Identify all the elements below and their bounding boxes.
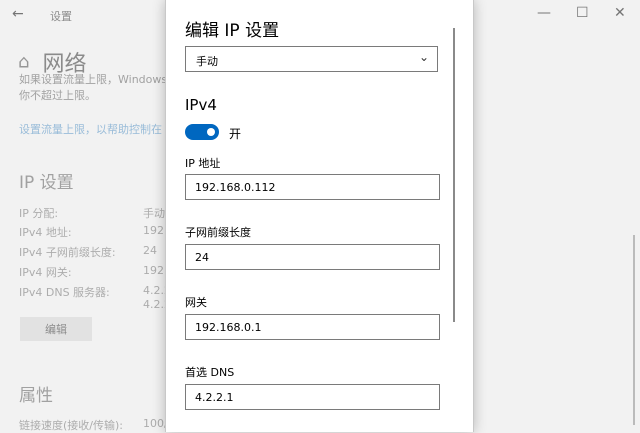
dialog-title: 编辑 IP 设置 — [185, 21, 280, 41]
edit-ip-dialog: 编辑 IP 设置 手动 ⌄ IPv4 开 IP 地址 子网前缀长度 网关 首选 … — [165, 0, 474, 432]
ip-mode-value: 手动 — [196, 55, 218, 68]
preferred-dns-input[interactable] — [185, 384, 440, 410]
ipv4-toggle-label: 开 — [229, 127, 242, 141]
dialog-scrollbar[interactable] — [453, 28, 455, 322]
prefix-length-label: 子网前缀长度 — [185, 226, 251, 239]
preferred-dns-label: 首选 DNS — [185, 366, 235, 379]
toggle-knob — [207, 128, 215, 136]
ip-mode-dropdown[interactable]: 手动 ⌄ — [185, 46, 438, 72]
gateway-label: 网关 — [185, 296, 207, 309]
ip-address-input[interactable] — [185, 174, 440, 200]
ipv4-toggle[interactable] — [185, 124, 219, 140]
prefix-length-input[interactable] — [185, 244, 440, 270]
chevron-down-icon: ⌄ — [418, 50, 429, 64]
gateway-input[interactable] — [185, 314, 440, 340]
page-scrollbar[interactable] — [633, 235, 635, 425]
ip-address-label: IP 地址 — [185, 157, 221, 170]
ipv4-heading: IPv4 — [185, 96, 217, 114]
